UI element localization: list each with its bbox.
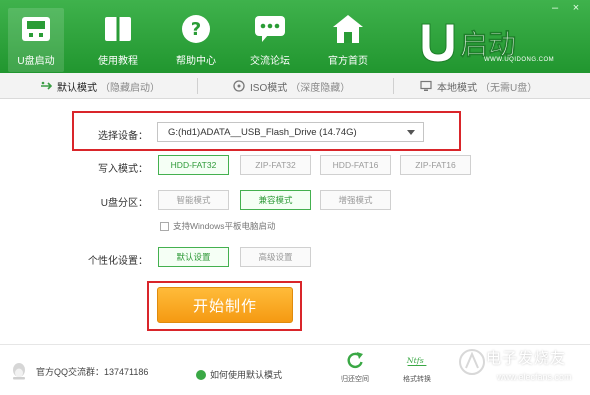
write-mode-zip-fat32[interactable]: ZIP-FAT32 [240,155,311,175]
tab-iso-mode[interactable]: ISO模式 （深度隐藏） [233,73,350,99]
write-mode-zip-fat16[interactable]: ZIP-FAT16 [400,155,471,175]
usb-drive-icon [19,12,53,46]
start-making-button[interactable]: 开始制作 [157,287,293,323]
personalize-default[interactable]: 默认设置 [158,247,229,267]
chevron-down-icon[interactable] [407,130,415,135]
question-icon: ? [179,12,213,46]
partition-compatible-mode[interactable]: 兼容模式 [240,190,311,210]
write-mode-hdd-fat16[interactable]: HDD-FAT16 [320,155,391,175]
tab-divider [393,78,394,94]
qq-group-info: 官方QQ交流群：137471186 [10,362,148,380]
nav-help-center[interactable]: ? 帮助中心 [168,12,224,70]
device-select[interactable]: G:(hd1)ADATA__USB_Flash_Drive (14.74G) [157,122,424,142]
tablet-boot-checkbox[interactable] [160,221,169,231]
personalize-label: 个性化设置： [88,256,148,267]
option-label: HDD-FAT16 [332,160,379,170]
option-label: ZIP-FAT16 [415,160,456,170]
svg-text:?: ? [191,19,201,40]
watermark-url: www.elecfans.com [497,372,572,382]
chat-icon [253,12,287,46]
nav-label: 使用教程 [98,56,138,67]
tablet-boot-checkbox-row[interactable]: 支持Windows平板电脑启动 [160,220,275,232]
write-mode-label: 写入模式： [98,164,148,175]
book-icon [101,12,135,46]
personalize-advanced[interactable]: 高级设置 [240,247,311,267]
tab-label: 默认模式 [57,82,97,94]
tab-note: （隐藏启动） [100,82,160,94]
option-label: 高级设置 [258,252,293,262]
start-button-label: 开始制作 [192,297,257,315]
format-convert-button[interactable]: Ntfs 格式转换 [392,349,442,384]
tab-note: （无需U盘） [480,82,538,94]
tab-label: 本地模式 [437,82,477,94]
partition-enhanced-mode[interactable]: 增强模式 [320,190,391,210]
option-label: ZIP-FAT32 [255,160,296,170]
option-label: 智能模式 [176,195,211,205]
close-icon[interactable]: × [570,2,582,14]
nav-tutorial[interactable]: 使用教程 [90,12,146,70]
nav-label: 帮助中心 [176,56,216,67]
nav-label: 官方首页 [328,56,368,67]
nav-usb-boot[interactable]: U盘启动 [8,8,64,72]
restore-icon [344,349,366,371]
option-label: 兼容模式 [258,195,293,205]
tool-label: 格式转换 [403,376,431,383]
tab-local-mode[interactable]: 本地模式 （无需U盘） [420,73,537,99]
qq-penguin-icon [10,362,28,380]
help-default-mode-link[interactable]: 如何使用默认模式 [196,368,282,381]
nav-forum[interactable]: 交流论坛 [242,12,298,70]
partition-smart-mode[interactable]: 智能模式 [158,190,229,210]
disc-icon [233,80,245,92]
qq-text: 官方QQ交流群：137471186 [36,366,149,377]
info-icon [196,369,206,380]
help-link-label: 如何使用默认模式 [210,370,283,380]
partition-label: U盘分区： [100,198,148,209]
restore-space-button[interactable]: 归还空间 [330,349,380,384]
device-label: 选择设备： [98,131,148,142]
ntfs-icon: Ntfs [406,349,428,371]
minimize-icon[interactable]: – [549,2,561,14]
nav-label: U盘启动 [17,56,55,67]
top-toolbar: – × U盘启动 使用教程 ? 帮助中心 交流论坛 官方首页 启动 WWW.UQ… [0,0,590,73]
monitor-icon [420,80,432,92]
nav-homepage[interactable]: 官方首页 [320,12,376,70]
checkbox-label: 支持Windows平板电脑启动 [173,221,276,231]
usb-plug-icon [40,80,52,92]
watermark-text: 电子发烧友 [486,350,567,367]
device-value: G:(hd1)ADATA__USB_Flash_Drive (14.74G) [168,126,357,138]
write-mode-hdd-fat32[interactable]: HDD-FAT32 [158,155,229,175]
tool-label: 归还空间 [341,376,369,383]
home-icon [331,12,365,46]
option-label: HDD-FAT32 [170,160,217,170]
option-label: 增强模式 [338,195,373,205]
logo-url: WWW.UQIDONG.COM [484,57,555,63]
option-label: 默认设置 [176,252,211,262]
tab-label: ISO模式 [250,82,288,94]
mode-tabs: 默认模式 （隐藏启动） ISO模式 （深度隐藏） 本地模式 （无需U盘） [0,73,590,99]
tab-note: （深度隐藏） [290,82,351,94]
nav-label: 交流论坛 [250,56,290,67]
svg-text:Ntfs: Ntfs [406,356,424,365]
tab-divider [197,78,198,94]
tab-default-mode[interactable]: 默认模式 （隐藏启动） [40,73,160,99]
